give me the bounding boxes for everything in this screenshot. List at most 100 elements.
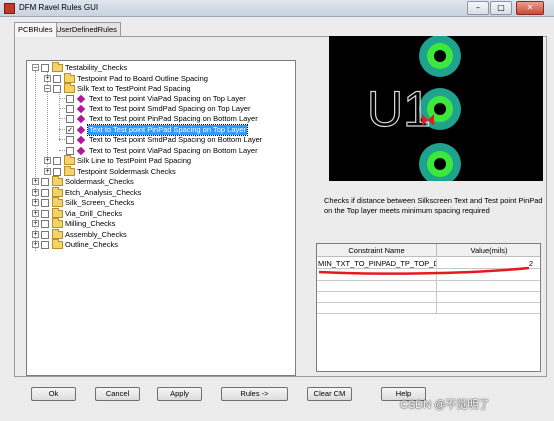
checkbox[interactable] <box>53 75 61 83</box>
expand-icon[interactable]: + <box>44 157 51 164</box>
folder-icon <box>52 197 63 207</box>
checkbox[interactable] <box>53 157 61 165</box>
tree-item-rule-selected[interactable]: ✓ Text to Test point PinPad Spacing on T… <box>27 124 295 136</box>
tree-item-label: Text to Test point PinPad Spacing on Bot… <box>89 114 258 123</box>
checkbox[interactable] <box>66 105 74 113</box>
tree-item-soldermask-checks[interactable]: + Soldermask_Checks <box>27 176 295 187</box>
tree-item-testpoint-soldermask[interactable]: + Testpoint Soldermask Checks <box>27 166 295 177</box>
folder-open-icon <box>64 83 75 93</box>
expand-icon[interactable]: + <box>44 75 51 82</box>
expand-icon[interactable]: + <box>32 220 39 227</box>
tree-item-label: Text to Test point PinPad Spacing on Top… <box>87 124 248 136</box>
tab-userdefinedrules[interactable]: UserDefinedRules <box>52 22 121 36</box>
checkbox[interactable] <box>66 95 74 103</box>
tree-item-label: Text to Test point SmdPad Spacing on Bot… <box>89 135 263 144</box>
app-icon <box>4 3 15 14</box>
tree-item-label: Soldermask_Checks <box>65 177 134 186</box>
empty-cell[interactable] <box>437 281 540 292</box>
expand-icon[interactable]: + <box>44 168 51 175</box>
checkbox-checked[interactable]: ✓ <box>66 126 74 134</box>
rules-tree[interactable]: – Testability_Checks + Testpoint Pad to … <box>26 60 296 376</box>
expand-icon[interactable]: + <box>32 241 39 248</box>
checkbox[interactable] <box>53 168 61 176</box>
folder-icon <box>52 187 63 197</box>
checkbox[interactable] <box>41 210 49 218</box>
checkbox[interactable] <box>41 64 49 72</box>
empty-cell[interactable] <box>317 292 437 303</box>
expand-icon[interactable]: + <box>32 178 39 185</box>
empty-cell[interactable] <box>317 303 437 314</box>
collapse-icon[interactable]: – <box>44 85 51 92</box>
watermark-text: CSDN @不觉明了 <box>400 399 490 411</box>
window-title: DFM Ravel Rules GUI <box>19 3 99 12</box>
rule-icon <box>76 94 86 104</box>
rule-icon <box>76 125 86 135</box>
column-header-value[interactable]: Value(mils) <box>437 244 540 257</box>
expand-icon[interactable]: + <box>32 199 39 206</box>
expand-icon[interactable]: + <box>32 231 39 238</box>
empty-cell[interactable] <box>437 303 540 314</box>
clear-cm-button[interactable]: Clear CM <box>307 387 352 401</box>
checkbox[interactable] <box>41 231 49 239</box>
tree-item-label: Silk_Screen_Checks <box>65 198 135 207</box>
tree-item-assembly-checks[interactable]: + Assembly_Checks <box>27 229 295 240</box>
tree-item-label: Silk Line to TestPoint Pad Spacing <box>77 156 192 165</box>
collapse-icon[interactable]: – <box>32 64 39 71</box>
tree-item-rule[interactable]: Text to Test point ViaPad Spacing on Top… <box>27 94 295 104</box>
folder-icon <box>64 155 75 165</box>
rules-button[interactable]: Rules -> <box>221 387 288 401</box>
checkbox[interactable] <box>41 178 49 186</box>
tree-item-silk-screen-checks[interactable]: + Silk_Screen_Checks <box>27 197 295 208</box>
pinpad-bottom <box>419 143 461 181</box>
checkbox[interactable] <box>53 85 61 93</box>
tree-item-rule[interactable]: Text to Test point SmdPad Spacing on Bot… <box>27 135 295 145</box>
tree-item-outline-checks[interactable]: + Outline_Checks <box>27 239 295 250</box>
checkbox[interactable] <box>41 189 49 197</box>
folder-icon <box>52 239 63 249</box>
tree-item-label: Silk Text to TestPoint Pad Spacing <box>77 84 191 93</box>
minimize-button[interactable]: – <box>467 1 489 15</box>
silk-text-u1: U1 <box>367 81 431 137</box>
title-bar: DFM Ravel Rules GUI – □ ✕ <box>0 0 554 17</box>
expand-icon[interactable]: + <box>32 210 39 217</box>
tree-item-label: Via_Drill_Checks <box>65 209 122 218</box>
tree-item-label: Text to Test point ViaPad Spacing on Bot… <box>89 146 258 155</box>
rule-icon <box>76 114 86 124</box>
ok-button[interactable]: Ok <box>31 387 76 401</box>
tree-item-rule[interactable]: Text to Test point SmdPad Spacing on Top… <box>27 104 295 114</box>
rule-icon <box>76 135 86 145</box>
empty-cell[interactable] <box>437 292 540 303</box>
red-annotation-underline <box>318 266 530 275</box>
tab-pcbrules[interactable]: PCBRules <box>14 22 57 37</box>
column-header-constraint-name[interactable]: Constraint Name <box>317 244 437 257</box>
tree-item-rule[interactable]: Text to Test point PinPad Spacing on Bot… <box>27 114 295 124</box>
close-button[interactable]: ✕ <box>516 1 544 15</box>
tree-item-testability-checks[interactable]: – Testability_Checks <box>27 62 295 73</box>
checkbox[interactable] <box>41 220 49 228</box>
tree-item-silk-line-testpoint[interactable]: + Silk Line to TestPoint Pad Spacing <box>27 155 295 166</box>
tree-item-label: Milling_Checks <box>65 219 116 228</box>
tree-item-etch-analysis-checks[interactable]: + Etch_Analysis_Checks <box>27 187 295 198</box>
rule-preview-image: U1 <box>329 36 543 181</box>
checkbox[interactable] <box>41 241 49 249</box>
checkbox[interactable] <box>41 199 49 207</box>
maximize-button[interactable]: □ <box>490 1 512 15</box>
tree-item-via-drill-checks[interactable]: + Via_Drill_Checks <box>27 208 295 219</box>
folder-icon <box>52 229 63 239</box>
rule-description: Checks if distance between Silkscreen Te… <box>324 196 543 215</box>
tree-item-silk-text-testpoint[interactable]: – Silk Text to TestPoint Pad Spacing <box>27 83 295 94</box>
tree-item-label: Text to Test point ViaPad Spacing on Top… <box>89 94 246 103</box>
tree-item-milling-checks[interactable]: + Milling_Checks <box>27 218 295 229</box>
checkbox[interactable] <box>66 136 74 144</box>
empty-cell[interactable] <box>317 281 437 292</box>
expand-icon[interactable]: + <box>32 189 39 196</box>
checkbox[interactable] <box>66 115 74 123</box>
cancel-button[interactable]: Cancel <box>95 387 140 401</box>
folder-icon <box>52 218 63 228</box>
tree-item-label: Testability_Checks <box>65 63 128 72</box>
tree-item-label: Assembly_Checks <box>65 230 127 239</box>
folder-icon <box>52 208 63 218</box>
checkbox[interactable] <box>66 147 74 155</box>
constraint-table[interactable]: Constraint Name Value(mils) MIN_TXT_TO_P… <box>316 243 541 372</box>
apply-button[interactable]: Apply <box>157 387 202 401</box>
